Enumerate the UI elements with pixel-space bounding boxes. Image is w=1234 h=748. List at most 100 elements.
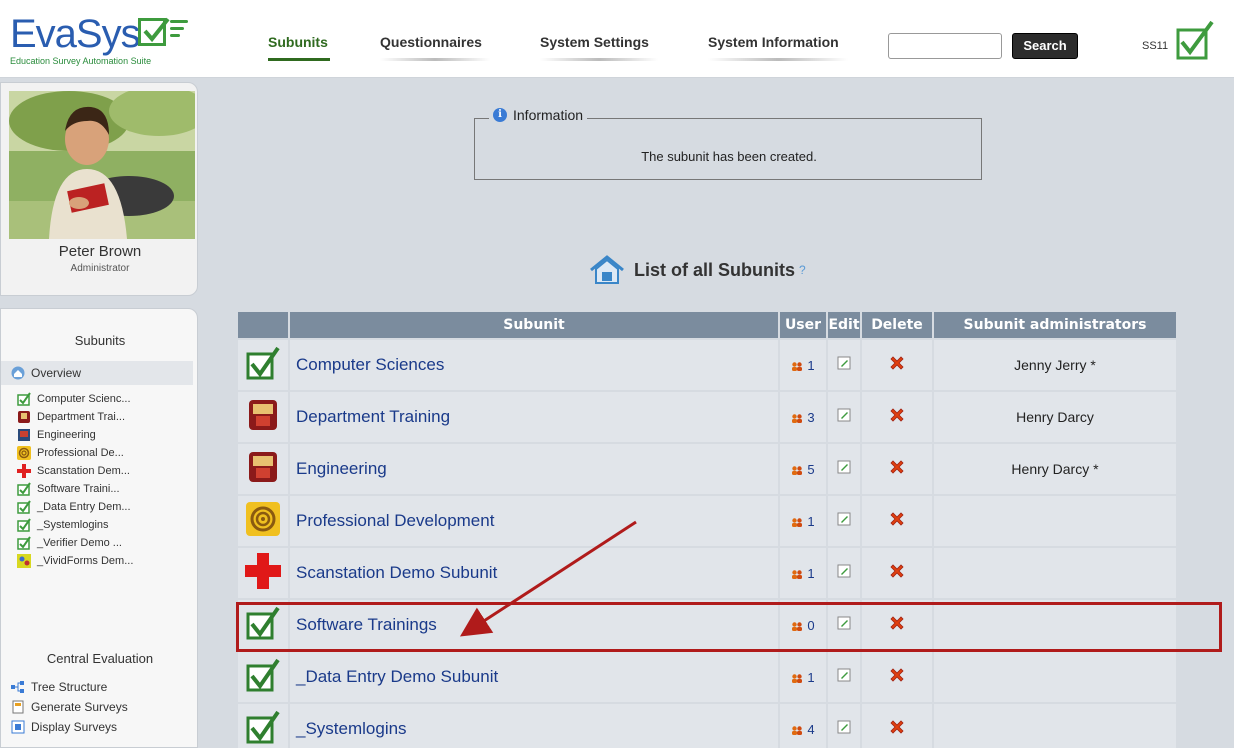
- nav-system-information[interactable]: System Information: [708, 34, 839, 50]
- user-count[interactable]: 1: [780, 340, 826, 390]
- sidebar-item-professional-development[interactable]: Professional De...: [17, 445, 124, 461]
- edit-button[interactable]: [828, 392, 860, 442]
- edit-button[interactable]: [828, 548, 860, 598]
- crest-icon: [238, 444, 288, 494]
- subunit-name-link[interactable]: Professional Development: [290, 496, 778, 546]
- user-count[interactable]: 3: [780, 392, 826, 442]
- delete-button[interactable]: [862, 340, 932, 390]
- delete-icon: [890, 459, 904, 474]
- delete-button[interactable]: [862, 652, 932, 702]
- edit-button[interactable]: [828, 704, 860, 748]
- delete-icon: [890, 407, 904, 422]
- sidebar-item-engineering[interactable]: Engineering: [17, 427, 96, 443]
- spiral-icon: [238, 496, 288, 546]
- nav-questionnaires[interactable]: Questionnaires: [380, 34, 482, 50]
- document-icon: [12, 700, 24, 714]
- profile-card: Peter Brown Administrator: [0, 82, 198, 296]
- users-icon: [792, 517, 803, 527]
- information-legend: i Information: [489, 107, 588, 123]
- sidebar-menu: Subunits Overview Computer Scienc... Dep…: [0, 308, 198, 748]
- checkmark-icon: [238, 652, 288, 702]
- list-title: List of all Subunits ?: [588, 254, 806, 286]
- sidebar-item-label: Overview: [31, 366, 82, 380]
- table-row: _Systemlogins 4: [238, 704, 1176, 748]
- column-header-subunit: Subunit: [290, 312, 778, 338]
- sidebar-item-label: _Systemlogins: [37, 519, 109, 531]
- sidebar-item-label: _Verifier Demo ...: [37, 537, 122, 549]
- subunit-admins: Henry Darcy *: [934, 444, 1176, 494]
- sidebar-item-systemlogins[interactable]: _Systemlogins: [17, 517, 109, 533]
- user-count[interactable]: 1: [780, 496, 826, 546]
- sidebar-heading-subunits: Subunits: [74, 333, 126, 348]
- nav-active-underline: [268, 58, 330, 61]
- sidebar-item-label: Software Traini...: [37, 483, 120, 495]
- semester-label: SS11: [1142, 40, 1169, 52]
- checkmark-icon: [17, 482, 31, 496]
- delete-button[interactable]: [862, 704, 932, 748]
- subunit-name-link[interactable]: Engineering: [290, 444, 778, 494]
- users-icon: [792, 673, 803, 683]
- home-icon: [11, 366, 25, 380]
- table-row: Scanstation Demo Subunit 1: [238, 548, 1176, 598]
- help-link[interactable]: ?: [799, 263, 806, 277]
- edit-icon: [837, 512, 851, 525]
- delete-icon: [890, 667, 904, 682]
- sidebar-item-label: Generate Surveys: [31, 700, 128, 714]
- user-count-value: 3: [807, 409, 815, 425]
- evasys-logo[interactable]: EvaSys Education Survey Automation Suite: [10, 14, 200, 70]
- user-count[interactable]: 5: [780, 444, 826, 494]
- column-header-edit: Edit: [828, 312, 860, 338]
- user-count[interactable]: 1: [780, 548, 826, 598]
- sidebar-item-software-trainings[interactable]: Software Traini...: [17, 481, 120, 497]
- edit-button[interactable]: [828, 652, 860, 702]
- table-header-row: Subunit User Edit Delete Subunit adminis…: [238, 312, 1176, 338]
- highlight-annotation: [236, 602, 1222, 652]
- sidebar-item-overview[interactable]: Overview: [1, 361, 193, 385]
- user-count[interactable]: 1: [780, 652, 826, 702]
- subunit-name-link[interactable]: _Systemlogins: [290, 704, 778, 748]
- subunit-admins: [934, 704, 1176, 748]
- profile-role: Administrator: [70, 263, 130, 274]
- edit-button[interactable]: [828, 496, 860, 546]
- crest-icon: [18, 411, 30, 423]
- delete-icon: [890, 511, 904, 526]
- edit-button[interactable]: [828, 444, 860, 494]
- user-count-value: 1: [807, 513, 815, 529]
- checkmark-icon: [17, 500, 31, 514]
- tree-icon: [11, 681, 24, 693]
- subunit-admins: [934, 548, 1176, 598]
- crest-icon: [18, 429, 30, 441]
- sidebar-item-label: Professional De...: [37, 447, 124, 459]
- edit-button[interactable]: [828, 340, 860, 390]
- sidebar-item-vividforms-demo[interactable]: _VividForms Dem...: [17, 553, 133, 569]
- spiral-icon: [17, 446, 31, 460]
- subunit-name-link[interactable]: Scanstation Demo Subunit: [290, 548, 778, 598]
- sidebar-item-data-entry-demo[interactable]: _Data Entry Dem...: [17, 499, 131, 515]
- search-input[interactable]: [888, 33, 1002, 59]
- sidebar-item-department-training[interactable]: Department Trai...: [17, 409, 125, 425]
- sidebar-item-display-surveys[interactable]: Display Surveys: [11, 715, 117, 739]
- user-count-value: 1: [807, 565, 815, 581]
- delete-button[interactable]: [862, 496, 932, 546]
- users-icon: [792, 361, 803, 371]
- subunit-name-link[interactable]: Department Training: [290, 392, 778, 442]
- sidebar-item-verifier-demo[interactable]: _Verifier Demo ...: [17, 535, 122, 551]
- checkmark-icon: [238, 340, 288, 390]
- sidebar-item-scanstation-demo[interactable]: Scanstation Dem...: [17, 463, 130, 479]
- subunit-name-link[interactable]: _Data Entry Demo Subunit: [290, 652, 778, 702]
- delete-button[interactable]: [862, 444, 932, 494]
- subunit-admins: [934, 652, 1176, 702]
- nav-divider: [380, 58, 490, 61]
- sidebar-item-computer-sciences[interactable]: Computer Scienc...: [17, 391, 131, 407]
- search-button[interactable]: Search: [1012, 33, 1078, 59]
- delete-button[interactable]: [862, 392, 932, 442]
- delete-button[interactable]: [862, 548, 932, 598]
- subunit-admins: Jenny Jerry *: [934, 340, 1176, 390]
- nav-system-settings[interactable]: System Settings: [540, 34, 649, 50]
- user-count[interactable]: 4: [780, 704, 826, 748]
- logo-lines-icon: [170, 20, 188, 41]
- checkmark-icon: [238, 704, 288, 748]
- subunit-name-link[interactable]: Computer Sciences: [290, 340, 778, 390]
- nav-subunits[interactable]: Subunits: [268, 34, 328, 50]
- edit-icon: [837, 668, 851, 681]
